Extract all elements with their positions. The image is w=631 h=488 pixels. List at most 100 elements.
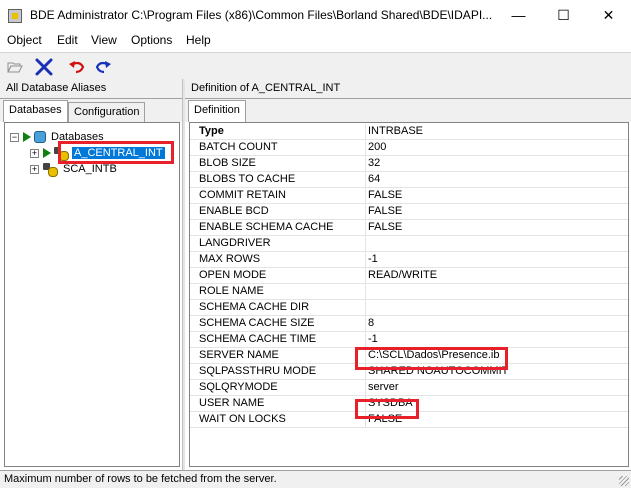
- property-name: LANGDRIVER: [199, 237, 271, 249]
- tree-item-a-central-int[interactable]: + A_CENTRAL_INT: [30, 145, 165, 161]
- right-tabs: Definition: [185, 99, 631, 122]
- app-icon: [8, 9, 22, 23]
- column-divider: [365, 284, 366, 300]
- property-value[interactable]: FALSE: [368, 221, 402, 233]
- column-divider: [365, 124, 366, 140]
- resize-grip[interactable]: [619, 476, 629, 486]
- property-value[interactable]: FALSE: [368, 205, 402, 217]
- definition-grid[interactable]: Type INTRBASE BATCH COUNT 200 BLOB SIZE 32 BLO…: [189, 122, 629, 467]
- column-divider: [365, 380, 366, 396]
- property-value[interactable]: 32: [368, 157, 380, 169]
- database-icon: [34, 131, 46, 143]
- table-row[interactable]: SCHEMA CACHE SIZE 8: [190, 316, 628, 332]
- property-name: BLOBS TO CACHE: [199, 173, 296, 185]
- table-row[interactable]: LANGDRIVER: [190, 236, 628, 252]
- left-tabs: Databases Configuration: [0, 99, 182, 122]
- table-row[interactable]: OPEN MODE READ/WRITE: [190, 268, 628, 284]
- table-row[interactable]: Type INTRBASE: [190, 124, 628, 140]
- property-value[interactable]: 64: [368, 173, 380, 185]
- property-name: SQLPASSTHRU MODE: [199, 365, 317, 377]
- expand-icon[interactable]: +: [30, 148, 39, 158]
- table-row[interactable]: ENABLE BCD FALSE: [190, 204, 628, 220]
- close-button[interactable]: ✕: [586, 0, 631, 31]
- table-row[interactable]: BLOBS TO CACHE 64: [190, 172, 628, 188]
- database-tree[interactable]: − Databases + A_CENTRAL_INT + SCA_INTB: [4, 122, 180, 467]
- property-value[interactable]: SYSDBA: [368, 397, 413, 409]
- property-value[interactable]: FALSE: [368, 413, 402, 425]
- tree-root-databases[interactable]: − Databases: [10, 129, 106, 145]
- property-value[interactable]: -1: [368, 253, 378, 265]
- property-value[interactable]: server: [368, 381, 399, 393]
- column-divider: [365, 188, 366, 204]
- menu-help[interactable]: Help: [186, 33, 211, 47]
- table-row[interactable]: MAX ROWS -1: [190, 252, 628, 268]
- toolbar: [0, 52, 631, 79]
- menu-edit[interactable]: Edit: [57, 33, 78, 47]
- column-divider: [365, 236, 366, 252]
- collapse-icon[interactable]: −: [10, 132, 19, 142]
- property-name: WAIT ON LOCKS: [199, 413, 286, 425]
- column-divider: [365, 300, 366, 316]
- property-name: SQLQRYMODE: [199, 381, 278, 393]
- property-value[interactable]: FALSE: [368, 189, 402, 201]
- table-row[interactable]: SQLPASSTHRU MODE SHARED NOAUTOCOMMIT: [190, 364, 628, 380]
- column-divider: [365, 140, 366, 156]
- property-value[interactable]: 200: [368, 141, 386, 153]
- column-divider: [365, 252, 366, 268]
- menu-object[interactable]: Object: [7, 33, 42, 47]
- property-name: SCHEMA CACHE DIR: [199, 301, 310, 313]
- property-value[interactable]: SHARED NOAUTOCOMMIT: [368, 365, 508, 377]
- delete-button[interactable]: [33, 56, 55, 78]
- table-row[interactable]: ENABLE SCHEMA CACHE FALSE: [190, 220, 628, 236]
- minimize-button[interactable]: —: [496, 0, 541, 31]
- panel-splitter[interactable]: [182, 79, 185, 470]
- left-panel-header: All Database Aliases: [0, 79, 182, 99]
- table-row[interactable]: SERVER NAME C:\SCL\Dados\Presence.ib: [190, 348, 628, 364]
- table-row[interactable]: WAIT ON LOCKS FALSE: [190, 412, 628, 428]
- maximize-button[interactable]: ☐: [541, 0, 586, 31]
- tree-item-sca-intb[interactable]: + SCA_INTB: [30, 161, 119, 177]
- property-name: SCHEMA CACHE TIME: [199, 333, 317, 345]
- column-divider: [365, 220, 366, 236]
- table-row[interactable]: SCHEMA CACHE TIME -1: [190, 332, 628, 348]
- status-text: Maximum number of rows to be fetched fro…: [4, 473, 277, 485]
- expand-icon[interactable]: +: [30, 164, 39, 174]
- menu-bar: Object Edit View Options Help: [0, 31, 631, 51]
- right-panel-header: Definition of A_CENTRAL_INT: [185, 79, 631, 99]
- undo-icon: [69, 61, 85, 74]
- open-button[interactable]: [4, 56, 26, 78]
- redo-button[interactable]: [92, 56, 114, 78]
- undo-button[interactable]: [66, 56, 88, 78]
- tree-label-databases: Databases: [51, 131, 104, 143]
- property-name: COMMIT RETAIN: [199, 189, 286, 201]
- tab-databases[interactable]: Databases: [3, 100, 68, 122]
- table-row[interactable]: ROLE NAME: [190, 284, 628, 300]
- tab-definition[interactable]: Definition: [188, 100, 246, 122]
- table-row[interactable]: USER NAME SYSDBA: [190, 396, 628, 412]
- property-value[interactable]: READ/WRITE: [368, 269, 437, 281]
- column-divider: [365, 316, 366, 332]
- menu-options[interactable]: Options: [131, 33, 172, 47]
- property-value[interactable]: C:\SCL\Dados\Presence.ib: [368, 349, 499, 361]
- tree-label-sca-intb: SCA_INTB: [63, 163, 117, 175]
- property-name: OPEN MODE: [199, 269, 267, 281]
- table-row[interactable]: BATCH COUNT 200: [190, 140, 628, 156]
- column-divider: [365, 412, 366, 428]
- open-icon: [7, 62, 23, 73]
- title-bar: BDE Administrator C:\Program Files (x86)…: [0, 0, 631, 31]
- table-row[interactable]: BLOB SIZE 32: [190, 156, 628, 172]
- property-value[interactable]: INTRBASE: [368, 125, 423, 137]
- property-value[interactable]: -1: [368, 333, 378, 345]
- open-arrow-icon: [43, 148, 51, 158]
- column-divider: [365, 204, 366, 220]
- menu-view[interactable]: View: [91, 33, 117, 47]
- property-value[interactable]: 8: [368, 317, 374, 329]
- alias-icon: [43, 163, 58, 177]
- column-divider: [365, 396, 366, 412]
- table-row[interactable]: COMMIT RETAIN FALSE: [190, 188, 628, 204]
- table-row[interactable]: SQLQRYMODE server: [190, 380, 628, 396]
- table-row[interactable]: SCHEMA CACHE DIR: [190, 300, 628, 316]
- property-name: BLOB SIZE: [199, 157, 256, 169]
- tab-configuration[interactable]: Configuration: [68, 102, 146, 122]
- column-divider: [365, 156, 366, 172]
